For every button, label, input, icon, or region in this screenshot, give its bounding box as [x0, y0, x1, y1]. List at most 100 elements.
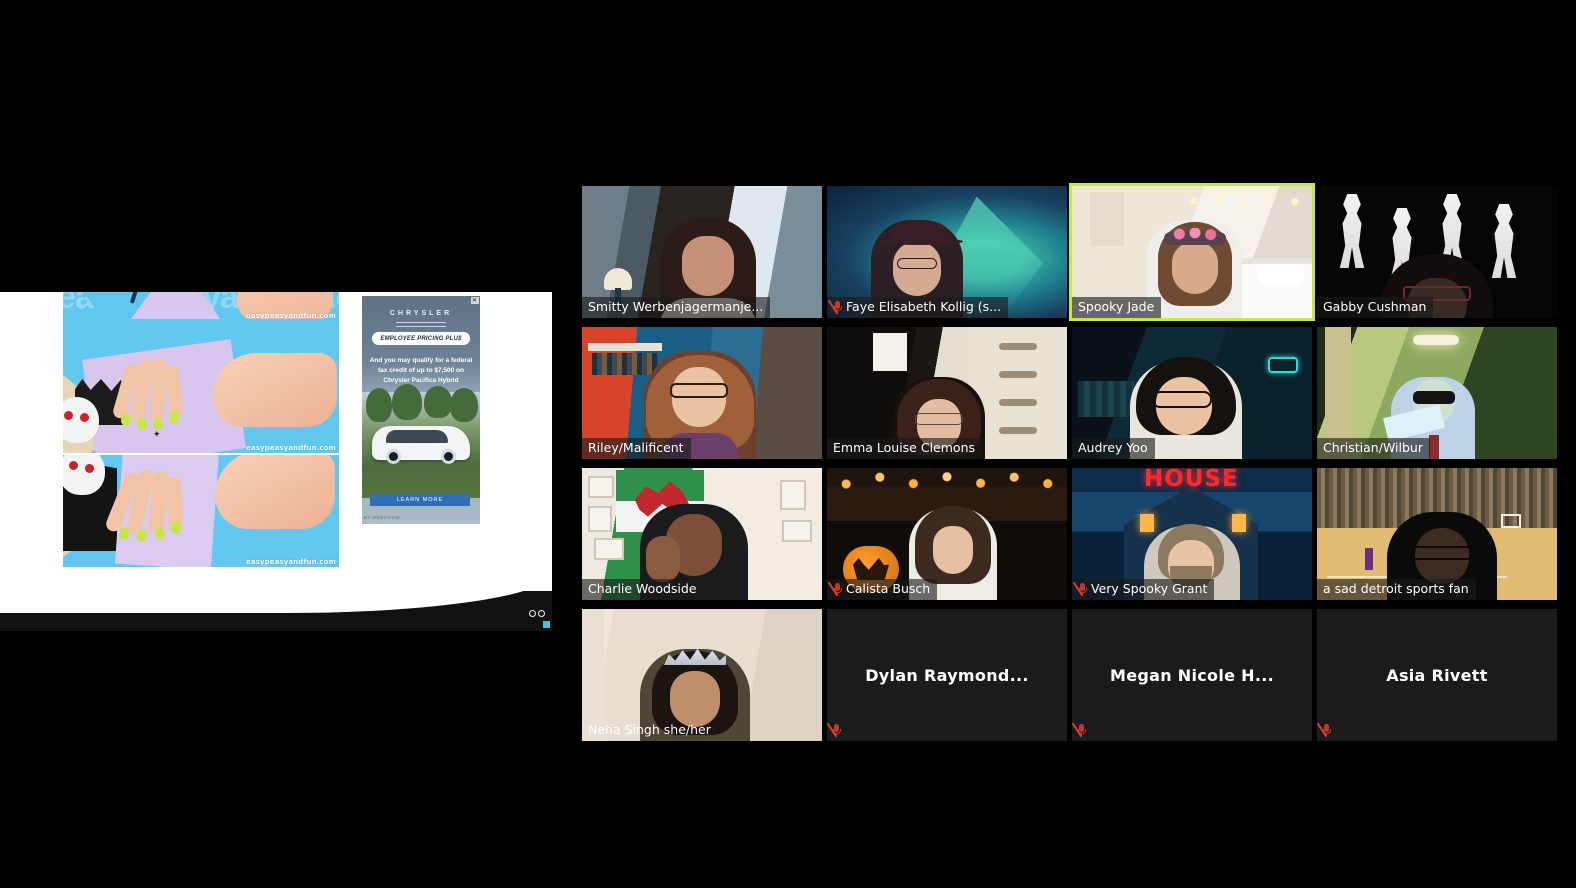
window-graphic	[1140, 514, 1154, 532]
skeleton-graphic	[1339, 194, 1365, 268]
image-watermark: easypeasyandfun.com	[246, 558, 336, 566]
participant-name: Smitty Werbenjagermanje...	[588, 299, 764, 314]
player-controls[interactable]	[529, 610, 545, 617]
participant-tile[interactable]: Charlie Woodside	[582, 468, 822, 600]
lamp-graphic	[604, 268, 632, 290]
participant-tile[interactable]: a sad detroit sports fan	[1317, 468, 1557, 600]
face-graphic	[682, 236, 734, 296]
page-bottom-chrome	[0, 573, 552, 631]
hand-graphic	[215, 455, 335, 529]
flower-crown-graphic	[1164, 228, 1226, 245]
participant-namebar: Riley/Malificent	[582, 438, 691, 459]
participant-name: Emma Louise Clemons	[833, 440, 975, 455]
participant-name: Dylan Raymond...	[865, 665, 1029, 685]
chrysler-badge: EMPLOYEE PRICING PLU$	[372, 332, 470, 345]
participant-tile[interactable]: Gabby Cushman	[1317, 186, 1557, 318]
hand-graphic	[213, 353, 337, 427]
participant-tile[interactable]: Megan Nicole H...	[1072, 609, 1312, 741]
participant-name: Calista Busch	[846, 581, 931, 596]
participant-namebar: Very Spooky Grant	[1072, 579, 1215, 600]
player-graphic	[1365, 548, 1373, 570]
face-graphic	[1172, 242, 1218, 294]
window-graphic	[1232, 514, 1246, 532]
mic-muted-icon	[1072, 581, 1087, 597]
participant-tile-active-speaker[interactable]: Spooky Jade	[1069, 183, 1315, 321]
necktie-graphic	[1429, 435, 1439, 459]
fingernail-graphic	[119, 527, 129, 540]
eyeglasses-graphic	[915, 413, 963, 425]
ad-close-icon[interactable]: ✕	[470, 297, 479, 304]
participant-name: Faye Elisabeth Kollig (s...	[846, 299, 1002, 314]
participant-name: Asia Rivett	[1386, 665, 1488, 685]
resize-handle[interactable]	[543, 621, 550, 628]
participant-tile[interactable]: Faye Elisabeth Kollig (s...	[827, 186, 1067, 318]
drawer-handle-graphic	[999, 343, 1037, 350]
fingernail-graphic	[169, 411, 179, 424]
craft-step-image-3: easypeasyandfun.com	[63, 455, 339, 567]
web-page-scroll-area[interactable]: 97 easypeasyandfun.com easypeasyandfun.c…	[0, 292, 552, 631]
mask-graphic	[1413, 391, 1455, 404]
mouse-cursor: ✦	[153, 429, 161, 439]
participant-namebar: Gabby Cushman	[1317, 297, 1434, 318]
tree-graphic	[366, 388, 392, 422]
participant-namebar: Neha Singh she/her	[582, 720, 718, 741]
shared-browser-window[interactable]: 97 easypeasyandfun.com easypeasyandfun.c…	[0, 292, 552, 631]
participant-tile[interactable]: Riley/Malificent	[582, 327, 822, 459]
fingernail-graphic	[155, 527, 165, 540]
picture-frame-graphic	[594, 538, 624, 560]
face-graphic	[670, 671, 720, 727]
zoom-participant-gallery[interactable]: Smitty Werbenjagermanje... Faye Elisabet…	[582, 183, 1576, 752]
participant-name: Gabby Cushman	[1323, 299, 1427, 314]
control-dot-icon[interactable]	[538, 610, 545, 617]
house-neon-sign-graphic: HOUSE	[1144, 468, 1239, 492]
participant-name: Megan Nicole H...	[1110, 665, 1274, 685]
participant-tile[interactable]: Asia Rivett	[1317, 609, 1557, 741]
participant-namebar: Faye Elisabeth Kollig (s...	[827, 297, 1009, 318]
participant-tile[interactable]: Audrey Yoo	[1072, 327, 1312, 459]
image-watermark: easypeasyandfun.com	[246, 444, 336, 452]
mic-muted-icon	[827, 581, 842, 597]
participant-namebar: a sad detroit sports fan	[1317, 579, 1476, 600]
mic-muted-icon	[827, 722, 841, 738]
participant-tile[interactable]: Christian/Wilbur	[1317, 327, 1557, 459]
hand-graphic	[646, 536, 680, 582]
participant-tile[interactable]: Smitty Werbenjagermanje...	[582, 186, 822, 318]
participant-name: Audrey Yoo	[1078, 440, 1148, 455]
pillow-graphic	[1258, 264, 1304, 284]
chrysler-learn-more-button[interactable]: LEARN MORE	[370, 494, 470, 506]
participant-tile[interactable]: Neha Singh she/her	[582, 609, 822, 741]
participant-tile[interactable]: Dylan Raymond...	[827, 609, 1067, 741]
wall-note-graphic	[873, 333, 907, 371]
chrysler-sidebar-ad[interactable]: ✕ CHRYSLER EMPLOYEE PRICING PLU$ And you…	[362, 296, 480, 524]
participant-name: Neha Singh she/her	[588, 722, 711, 737]
participant-tile[interactable]: Calista Busch	[827, 468, 1067, 600]
eyeglasses-graphic	[897, 258, 937, 269]
gallery-grid: Smitty Werbenjagermanje... Faye Elisabet…	[582, 183, 1576, 752]
fingernail-graphic	[171, 521, 181, 534]
control-dot-icon[interactable]	[529, 610, 536, 617]
drawer-handle-graphic	[999, 427, 1037, 434]
face-graphic	[933, 526, 973, 574]
chrysler-wing-logo-icon	[396, 322, 446, 327]
minivan-graphic	[372, 426, 470, 464]
mic-muted-icon	[1072, 722, 1086, 738]
participant-namebar: Smitty Werbenjagermanje...	[582, 297, 771, 318]
wheel-graphic	[386, 449, 401, 464]
eyeglasses-graphic	[670, 383, 728, 398]
participant-tile[interactable]: Emma Louise Clemons	[827, 327, 1067, 459]
participant-name: Riley/Malificent	[588, 440, 684, 455]
chrysler-brand: CHRYSLER	[389, 310, 453, 317]
string-lights-graphic	[827, 472, 1067, 492]
tree-graphic	[450, 388, 478, 422]
participant-namebar: Christian/Wilbur	[1317, 438, 1430, 459]
finger-graphic	[149, 358, 167, 422]
books-graphic	[592, 353, 658, 375]
participant-namebar: Calista Busch	[827, 579, 938, 600]
chrysler-ad-photo	[362, 384, 480, 498]
participant-tile[interactable]: HOUSE Very Spooky Grant	[1072, 468, 1312, 600]
tree-graphic	[392, 384, 422, 420]
chrysler-ad-copy: And you may qualify for a federal tax cr…	[369, 357, 473, 384]
participant-namebar: Emma Louise Clemons	[827, 438, 982, 459]
eyeglasses-graphic	[1411, 546, 1473, 560]
participant-namebar: Audrey Yoo	[1072, 438, 1155, 459]
